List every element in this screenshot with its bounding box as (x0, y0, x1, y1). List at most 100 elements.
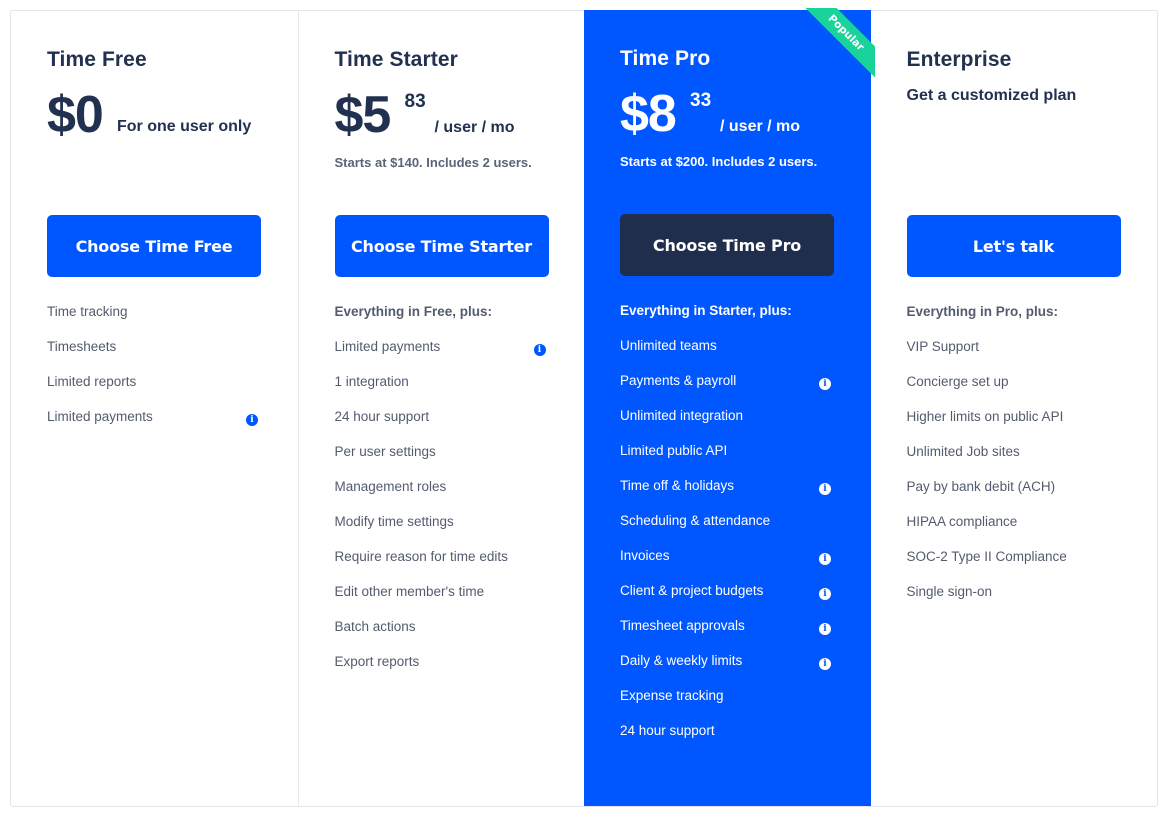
feature-label: Daily & weekly limits (620, 653, 743, 668)
feature-item: Limited payments i (47, 406, 261, 441)
price-amount: $0 (47, 86, 104, 144)
features-lead: Everything in Pro, plus: (906, 304, 1059, 319)
feature-item: Pay by bank debit (ACH) (907, 476, 1121, 511)
feature-label: Timesheet approvals (620, 618, 745, 633)
feature-item: Limited payments i (335, 336, 549, 371)
price: $8 33 / user / mo (620, 84, 835, 146)
feature-item: Concierge set up (907, 371, 1121, 406)
feature-item: Edit other member's time (335, 581, 549, 616)
info-icon[interactable]: i (819, 588, 831, 600)
feature-item: Unlimited teams (620, 335, 834, 370)
feature-item: Expense tracking (620, 685, 834, 720)
feature-label: Modify time settings (334, 514, 454, 529)
feature-label: Payments & payroll (620, 373, 737, 388)
price-cents: 33 (690, 90, 712, 111)
feature-item: 24 hour support (620, 720, 834, 755)
info-icon[interactable]: i (819, 483, 831, 495)
feature-item: Payments & payroll i (620, 370, 834, 405)
feature-list: Everything in Free, plus: Limited payment… (335, 301, 549, 686)
popular-badge: Popular (804, 8, 875, 78)
feature-label: 24 hour support (620, 723, 715, 738)
feature-label: Single sign-on (906, 584, 993, 599)
feature-label: 24 hour support (334, 409, 430, 424)
feature-label: Scheduling & attendance (620, 513, 771, 528)
feature-item: Client & project budgets i (620, 580, 834, 615)
price-amount: $5 (334, 86, 392, 144)
price-cents: 83 (404, 91, 426, 112)
feature-item: Scheduling & attendance (620, 510, 834, 545)
feature-list: Everything in Pro, plus: VIP Support Conci… (907, 301, 1121, 616)
price: $0 For one user only (47, 85, 262, 147)
feature-label: Require reason for time edits (334, 549, 508, 564)
info-icon[interactable]: i (819, 658, 831, 670)
feature-label: Unlimited Job sites (906, 444, 1020, 459)
feature-label: Invoices (620, 548, 670, 563)
feature-item: HIPAA compliance (907, 511, 1121, 546)
feature-item: Limited public API (620, 440, 834, 475)
feature-label: Limited reports (47, 374, 137, 389)
info-icon[interactable]: i (819, 378, 831, 390)
feature-item: 1 integration (335, 371, 549, 406)
feature-item: SOC-2 Type II Compliance (907, 546, 1121, 581)
starts-at-note: Starts at $200. Includes 2 users. (620, 154, 818, 169)
info-icon[interactable]: i (246, 414, 258, 426)
info-icon[interactable]: i (819, 623, 831, 635)
feature-label: Time tracking (47, 304, 128, 319)
feature-label: Limited public API (620, 443, 728, 458)
choose-time-pro-button[interactable]: Choose Time Pro (620, 214, 834, 276)
feature-label: SOC-2 Type II Compliance (906, 549, 1067, 564)
feature-item: Single sign-on (907, 581, 1121, 616)
feature-label: Per user settings (334, 444, 436, 459)
plan-name: Time Pro (620, 47, 711, 70)
feature-label: Limited payments (47, 409, 153, 424)
starts-at-note: Starts at $140. Includes 2 users. (334, 155, 532, 170)
feature-item: Management roles (335, 476, 549, 511)
feature-label: Edit other member's time (334, 584, 485, 599)
feature-label: 1 integration (334, 374, 409, 389)
feature-list: Everything in Starter, plus: Unlimited te… (620, 300, 834, 755)
plan-subtitle: Get a customized plan (906, 87, 1077, 104)
price-unit: / user / mo (720, 118, 801, 135)
feature-item: Per user settings (335, 441, 549, 476)
popular-ribbon: Popular (804, 8, 875, 78)
plan-name: Enterprise (906, 48, 1012, 71)
feature-item: Timesheet approvals i (620, 615, 834, 650)
plan-time-starter: Time Starter $5 83 / user / mo Starts at… (297, 11, 585, 806)
feature-label: Timesheets (47, 339, 117, 354)
feature-item: VIP Support (907, 336, 1121, 371)
feature-item: Unlimited integration (620, 405, 834, 440)
feature-label: Higher limits on public API (906, 409, 1064, 424)
price-amount: $8 (620, 85, 677, 143)
feature-item: Higher limits on public API (907, 406, 1121, 441)
feature-label: Batch actions (334, 619, 416, 634)
feature-item: Export reports (335, 651, 549, 686)
feature-item: Limited reports (47, 371, 261, 406)
feature-label: Expense tracking (620, 688, 724, 703)
feature-item: Time tracking (47, 301, 261, 336)
feature-label: Pay by bank debit (ACH) (906, 479, 1056, 494)
feature-item: Batch actions (335, 616, 549, 651)
price: $5 83 / user / mo (335, 85, 549, 147)
feature-label: Unlimited integration (620, 408, 744, 423)
features-lead: Everything in Free, plus: (334, 304, 493, 319)
feature-label: Client & project budgets (620, 583, 764, 598)
price-note: For one user only (117, 118, 252, 135)
plan-enterprise: Enterprise Get a customized plan Let's t… (871, 11, 1158, 806)
plan-time-free: Time Free $0 For one user only Choose Ti… (11, 11, 298, 806)
feature-list: Time tracking Timesheets Limited reports Li… (47, 301, 261, 441)
feature-label: HIPAA compliance (906, 514, 1018, 529)
plan-time-pro: Popular Time Pro $8 33 / user / mo Start… (584, 8, 875, 806)
features-lead: Everything in Starter, plus: (620, 303, 792, 318)
info-icon[interactable]: i (819, 553, 831, 565)
feature-label: Export reports (334, 654, 420, 669)
price-unit: / user / mo (434, 119, 515, 136)
feature-item: Daily & weekly limits i (620, 650, 834, 685)
feature-item: Timesheets (47, 336, 261, 371)
lets-talk-button[interactable]: Let's talk (906, 215, 1121, 277)
feature-item: 24 hour support (335, 406, 549, 441)
info-icon[interactable]: i (533, 344, 546, 356)
choose-time-starter-button[interactable]: Choose Time Starter (334, 215, 549, 277)
feature-item: Unlimited Job sites (907, 441, 1121, 476)
feature-item: Time off & holidays i (620, 475, 834, 510)
choose-time-free-button[interactable]: Choose Time Free (47, 215, 261, 277)
